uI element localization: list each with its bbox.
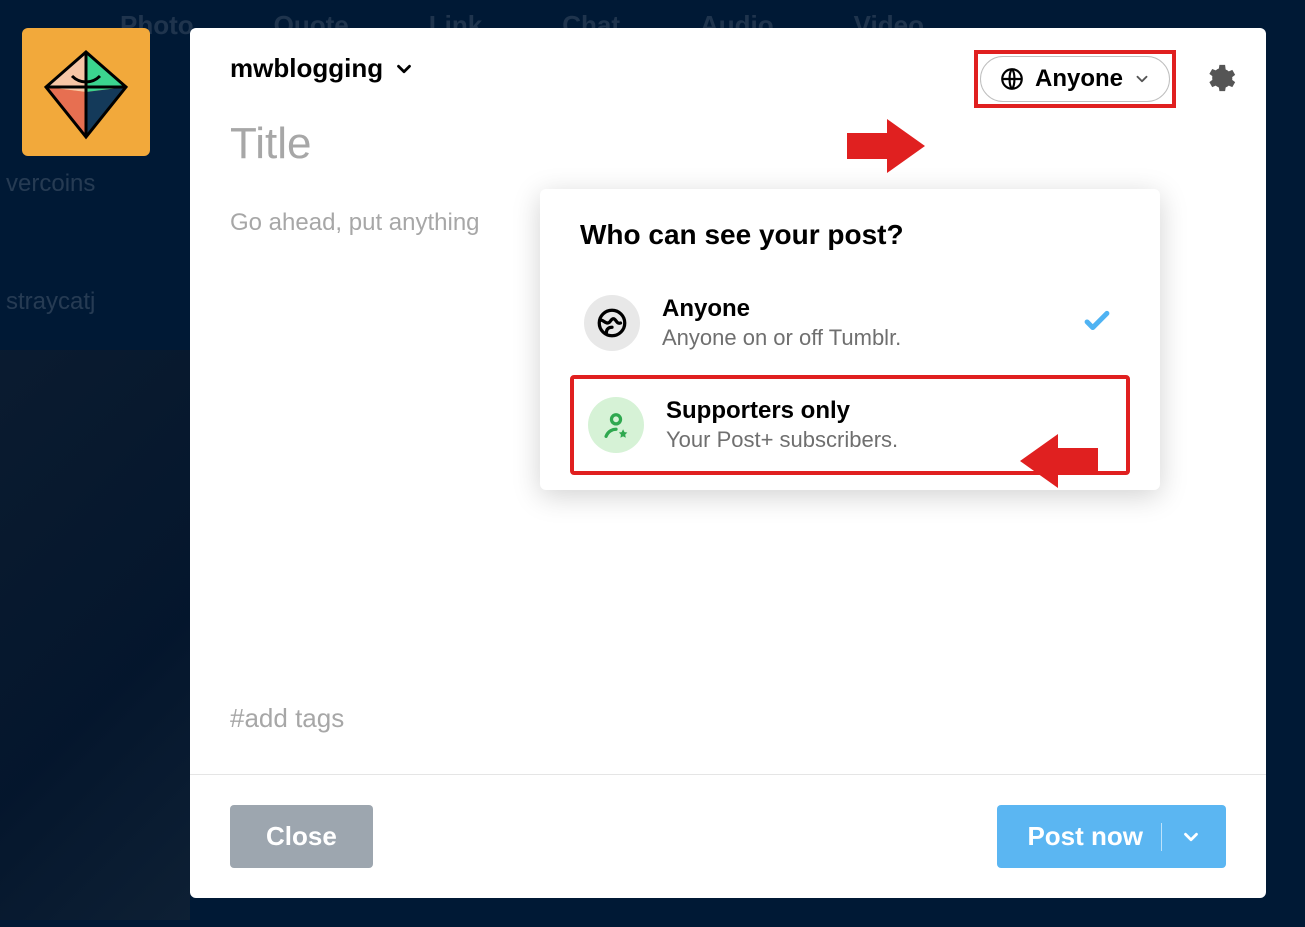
post-now-label: Post now xyxy=(1027,821,1143,852)
close-button[interactable]: Close xyxy=(230,805,373,868)
popover-heading: Who can see your post? xyxy=(580,219,1130,251)
modal-footer: Close Post now xyxy=(190,774,1266,898)
button-divider xyxy=(1161,823,1162,851)
visibility-popover: Who can see your post? Anyone Anyone on … xyxy=(540,189,1160,490)
compose-modal: mwblogging Anyone xyxy=(190,28,1266,898)
post-now-button[interactable]: Post now xyxy=(997,805,1226,868)
blog-selector[interactable]: mwblogging xyxy=(230,53,415,84)
chevron-down-icon xyxy=(393,58,415,80)
selected-check-icon xyxy=(1080,304,1114,343)
visibility-option-supporters[interactable]: Supporters only Your Post+ subscribers. xyxy=(570,375,1130,475)
option-subtitle: Anyone on or off Tumblr. xyxy=(662,325,901,351)
globe-icon xyxy=(999,66,1025,92)
modal-header: mwblogging Anyone xyxy=(190,28,1266,94)
chevron-down-icon xyxy=(1180,826,1202,848)
gear-icon xyxy=(1202,62,1236,96)
visibility-option-anyone[interactable]: Anyone Anyone on or off Tumblr. xyxy=(570,277,1130,369)
globe-icon xyxy=(595,306,629,340)
option-title: Anyone xyxy=(662,295,901,323)
chevron-down-icon xyxy=(1133,70,1151,88)
supporter-icon xyxy=(599,408,633,442)
editor-area: Who can see your post? Anyone Anyone on … xyxy=(190,94,1266,703)
avatar xyxy=(22,28,150,156)
option-title: Supporters only xyxy=(666,397,898,425)
tags-input[interactable] xyxy=(190,703,1266,774)
avatar-icon xyxy=(36,42,136,142)
audience-label: Anyone xyxy=(1035,65,1123,93)
background-image xyxy=(0,350,190,920)
title-input[interactable] xyxy=(230,119,1226,169)
option-subtitle: Your Post+ subscribers. xyxy=(666,427,898,453)
blog-name: mwblogging xyxy=(230,53,383,84)
